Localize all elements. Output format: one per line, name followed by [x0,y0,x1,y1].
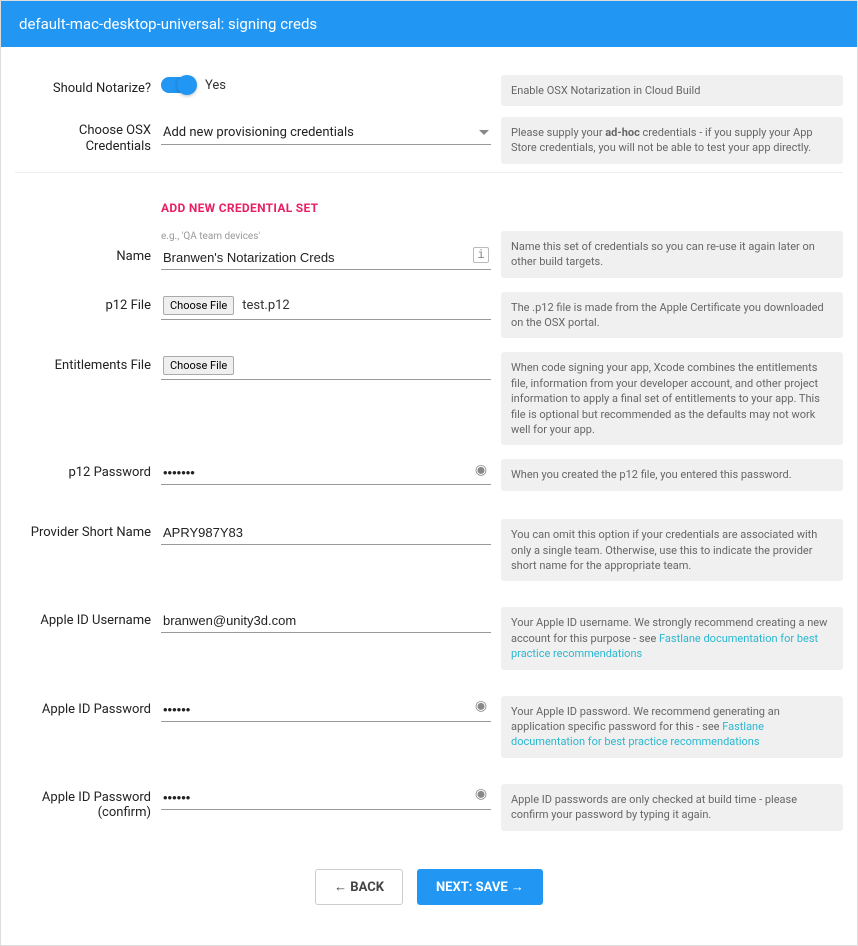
label-apple-username: Apple ID Username [15,607,161,629]
input-p12-password[interactable] [161,459,491,485]
hint-name: e.g., 'QA team devices' [161,231,491,242]
section-title: ADD NEW CREDENTIAL SET [161,201,491,215]
footer: ← BACK NEXT: SAVE → [15,839,843,931]
select-osx-credentials-value: Add new provisioning credentials [163,125,354,140]
label-p12-file: p12 File [15,292,161,314]
toggle-notarize-value: Yes [205,78,226,93]
input-name[interactable] [161,244,491,270]
help-apple-password-confirm: Apple ID passwords are only checked at b… [501,784,843,831]
choose-file-entitlements-button[interactable]: Choose File [163,356,234,375]
row-name: Name e.g., 'QA team devices' i Name this… [15,231,843,278]
eye-icon[interactable]: ◉ [473,699,489,715]
row-p12-password: p12 Password ◉ When you created the p12 … [15,459,843,493]
toggle-knob-icon [177,75,197,95]
divider [15,172,843,173]
help-notarize: Enable OSX Notarization in Cloud Build [501,75,843,106]
help-apple-password: Your Apple ID password. We recommend gen… [501,696,843,758]
eye-icon[interactable]: ◉ [473,787,489,803]
row-apple-password: Apple ID Password ◉ Your Apple ID passwo… [15,696,843,758]
input-apple-password-confirm[interactable] [161,784,491,810]
input-apple-username[interactable] [161,607,491,633]
p12-filename: test.p12 [242,298,289,313]
info-icon[interactable]: i [473,247,489,263]
row-section-title: ADD NEW CREDENTIAL SET [15,187,843,223]
help-provider: You can omit this option if your credent… [501,519,843,581]
help-p12-file: The .p12 file is made from the Apple Cer… [501,292,843,339]
row-osx-credentials: Choose OSX Credentials Add new provision… [15,117,843,164]
panel-title: default-mac-desktop-universal: signing c… [19,15,317,33]
help-osx-credentials: Please supply your ad-hoc credentials - … [501,117,843,164]
eye-icon[interactable]: ◉ [473,462,489,478]
next-save-button[interactable]: NEXT: SAVE → [417,869,543,905]
row-provider: Provider Short Name You can omit this op… [15,519,843,581]
help-p12-password: When you created the p12 file, you enter… [501,459,843,490]
row-notarize: Should Notarize? Yes Enable OSX Notariza… [15,75,843,109]
panel-header: default-mac-desktop-universal: signing c… [1,1,857,47]
choose-file-p12-button[interactable]: Choose File [163,296,234,315]
label-osx-credentials: Choose OSX Credentials [15,117,161,154]
row-apple-username: Apple ID Username Your Apple ID username… [15,607,843,669]
row-entitlements: Entitlements File Choose File When code … [15,352,843,445]
label-entitlements: Entitlements File [15,352,161,374]
signing-creds-panel: default-mac-desktop-universal: signing c… [0,0,858,946]
label-apple-password: Apple ID Password [15,696,161,718]
label-provider: Provider Short Name [15,519,161,541]
help-apple-username: Your Apple ID username. We strongly reco… [501,607,843,669]
row-apple-password-confirm: Apple ID Password (confirm) ◉ Apple ID p… [15,784,843,831]
label-apple-password-confirm: Apple ID Password (confirm) [15,784,161,821]
back-button[interactable]: ← BACK [315,869,403,905]
row-p12-file: p12 File Choose File test.p12 The .p12 f… [15,292,843,339]
label-name: Name [15,231,161,265]
select-osx-credentials[interactable]: Add new provisioning credentials [161,119,491,145]
chevron-down-icon [479,130,489,135]
toggle-notarize[interactable] [161,77,195,93]
input-provider[interactable] [161,519,491,545]
help-entitlements: When code signing your app, Xcode combin… [501,352,843,445]
help-name: Name this set of credentials so you can … [501,231,843,278]
label-notarize: Should Notarize? [15,75,161,97]
input-apple-password[interactable] [161,696,491,722]
label-p12-password: p12 Password [15,459,161,481]
panel-body: Should Notarize? Yes Enable OSX Notariza… [1,47,857,945]
